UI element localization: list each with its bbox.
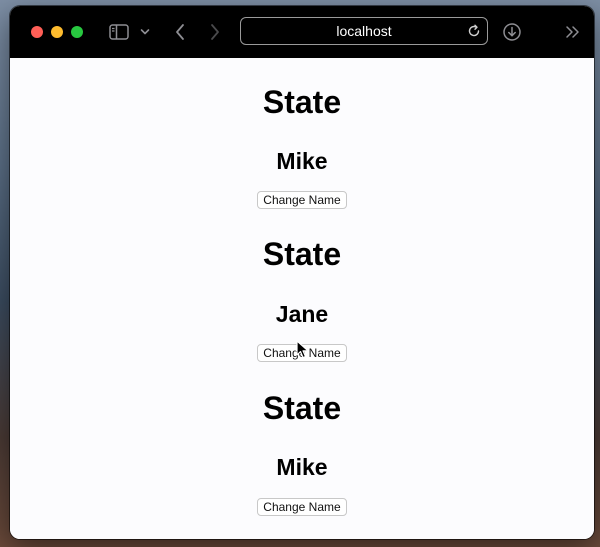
sidebar-icon[interactable] bbox=[108, 20, 130, 44]
address-bar[interactable]: localhost bbox=[240, 17, 488, 45]
state-title: State bbox=[262, 84, 342, 120]
mouse-cursor-icon bbox=[296, 340, 309, 359]
name-heading: Mike bbox=[276, 454, 328, 480]
change-name-button[interactable]: Change Name bbox=[257, 191, 347, 209]
change-name-button[interactable]: Change Name bbox=[257, 498, 347, 516]
chevron-down-icon[interactable] bbox=[138, 20, 152, 44]
browser-toolbar: localhost bbox=[10, 6, 594, 58]
name-heading: Jane bbox=[275, 301, 329, 327]
name-heading: Mike bbox=[276, 148, 328, 174]
page-content: State Mike Change Name State Jane Change… bbox=[10, 58, 594, 539]
state-title: State bbox=[262, 390, 342, 426]
state-title: State bbox=[262, 236, 342, 272]
minimize-window-button[interactable] bbox=[51, 26, 63, 38]
close-window-button[interactable] bbox=[31, 26, 43, 38]
browser-window: localhost State Mike Change Name State J… bbox=[10, 6, 594, 539]
double-chevron-right-icon[interactable] bbox=[563, 20, 583, 44]
maximize-window-button[interactable] bbox=[71, 26, 83, 38]
reload-icon[interactable] bbox=[467, 24, 481, 38]
chevron-left-icon[interactable] bbox=[170, 20, 190, 44]
download-icon[interactable] bbox=[500, 20, 524, 44]
address-text: localhost bbox=[336, 23, 392, 39]
chevron-right-icon[interactable] bbox=[205, 20, 225, 44]
